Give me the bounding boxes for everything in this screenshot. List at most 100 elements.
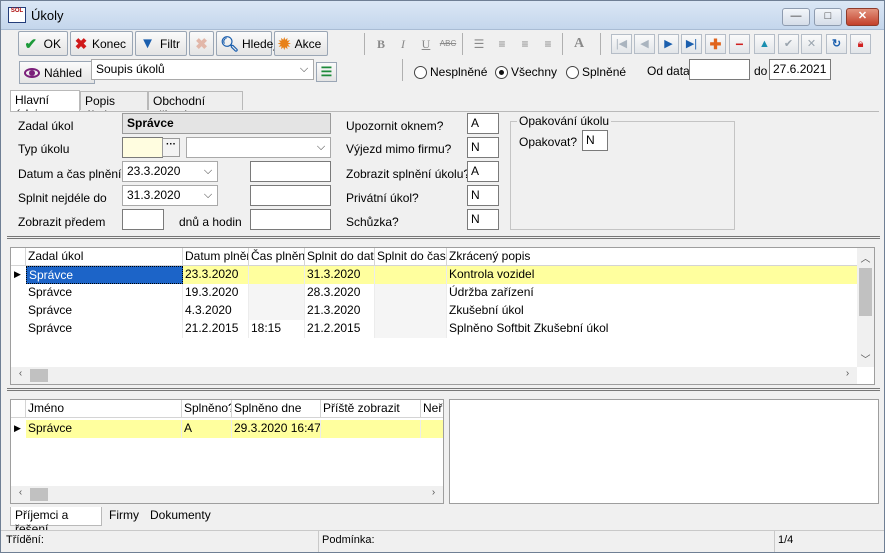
radio-indicator[interactable]	[495, 65, 508, 79]
scroll-up-icon[interactable]: ︿	[858, 250, 873, 265]
align-left-icon[interactable]: ≡	[493, 35, 511, 53]
lock-icon[interactable]: 🔒︎	[850, 34, 871, 54]
table-cell[interactable]: Správce	[26, 320, 183, 338]
bullet-list-icon[interactable]: ☰	[470, 35, 488, 53]
add-record-icon[interactable]: ✚	[705, 34, 726, 54]
tab-firmy[interactable]: Firmy	[105, 507, 143, 526]
table-cell[interactable]: 21.2.2015	[305, 320, 375, 338]
column-header[interactable]: Splnit do času	[375, 248, 447, 266]
table-cell[interactable]: 23.3.2020	[183, 266, 249, 284]
table-cell[interactable]: 19.3.2020	[183, 284, 249, 302]
edit-up-icon[interactable]: ▲	[754, 34, 775, 54]
table-cell[interactable]: 18:15	[249, 320, 305, 338]
tab-dokumenty[interactable]: Dokumenty	[146, 507, 216, 526]
table-cell[interactable]	[375, 266, 447, 284]
maximize-button[interactable]: □	[814, 8, 842, 26]
filtr-button[interactable]: ▼ Filtr	[135, 31, 187, 56]
first-record-icon[interactable]: |◀	[611, 34, 632, 54]
table-cell[interactable]	[375, 320, 447, 338]
delete-record-icon[interactable]: −	[729, 34, 750, 54]
table-row[interactable]: Správce 4.3.2020 21.3.2020 Zkušební úkol	[26, 302, 859, 320]
confirm-edit-icon[interactable]: ✔	[778, 34, 799, 54]
close-button[interactable]: ✕	[846, 8, 879, 26]
clear-filter-button[interactable]: ✖	[189, 31, 214, 56]
akce-button[interactable]: ✹ Akce	[274, 31, 328, 56]
zobrazit-predem-input[interactable]	[122, 209, 164, 230]
hledej-button[interactable]: 🔍︎ Hledej	[216, 31, 276, 56]
align-center-icon[interactable]: ≡	[539, 35, 557, 53]
table-cell[interactable]	[249, 266, 305, 284]
tab-popis-ukolu[interactable]: Popis úkolu	[80, 91, 148, 122]
column-header[interactable]: Splněno?	[182, 400, 232, 418]
zobrazit-splneni-input[interactable]: A	[467, 161, 499, 182]
column-header[interactable]: Příště zobrazit	[321, 400, 421, 418]
italic-icon[interactable]: I	[394, 35, 412, 53]
scroll-right-icon[interactable]: ›	[426, 487, 441, 498]
refresh-icon[interactable]: ↻	[826, 34, 847, 54]
tab-obchodni-pripad[interactable]: Obchodní případ	[148, 91, 243, 122]
underline-icon[interactable]: U	[417, 35, 435, 53]
column-header[interactable]: Splněno dne	[232, 400, 321, 418]
konec-button[interactable]: ✖ Konec	[70, 31, 133, 56]
column-header[interactable]: Neř	[421, 400, 443, 418]
table-cell[interactable]	[421, 420, 443, 438]
do-data-input[interactable]: 27.6.2021	[769, 59, 831, 80]
table-row[interactable]: ▶ Správce 23.3.2020 31.3.2020 Kontrola v…	[14, 266, 859, 284]
view-select[interactable]: Soupis úkolů ⌵	[91, 59, 314, 80]
grid-splitter[interactable]	[7, 388, 880, 391]
table-cell[interactable]: 28.3.2020	[305, 284, 375, 302]
table-cell[interactable]: 21.3.2020	[305, 302, 375, 320]
font-icon[interactable]: A	[570, 35, 588, 53]
scroll-thumb[interactable]	[30, 488, 48, 501]
typ-select[interactable]: ⌵	[186, 137, 331, 158]
table-cell[interactable]	[375, 302, 447, 320]
od-data-input[interactable]	[689, 59, 750, 80]
last-record-icon[interactable]: ▶|	[681, 34, 702, 54]
table-cell[interactable]: Zkušební úkol	[447, 302, 859, 320]
align-right-icon[interactable]: ≡	[516, 35, 534, 53]
table-cell[interactable]: Kontrola vozidel	[447, 266, 859, 284]
vyjezd-input[interactable]: N	[467, 137, 499, 158]
scroll-left-icon[interactable]: ‹	[13, 487, 28, 498]
table-cell[interactable]: Splněno Softbit Zkušební úkol	[447, 320, 859, 338]
radio-indicator[interactable]	[566, 65, 579, 79]
scroll-down-icon[interactable]: ﹀	[858, 351, 873, 366]
table-cell[interactable]	[321, 420, 421, 438]
browse-dots-button[interactable]: ···	[162, 138, 180, 157]
radio-vsechny[interactable]: Všechny	[495, 65, 557, 79]
splnit-picker[interactable]: 31.3.2020 ⌵	[122, 185, 218, 206]
upozornit-input[interactable]: A	[467, 113, 499, 134]
radio-nesplnene[interactable]: Nesplněné	[414, 65, 487, 79]
datum-time-input[interactable]	[250, 161, 331, 182]
minimize-button[interactable]: —	[782, 8, 810, 26]
table-row[interactable]: Správce 19.3.2020 28.3.2020 Údržba zaříz…	[26, 284, 859, 302]
scroll-left-icon[interactable]: ‹	[13, 368, 28, 379]
previous-record-icon[interactable]: ◀	[634, 34, 655, 54]
tab-hlavni-udaje[interactable]: Hlavní údaje	[10, 90, 80, 121]
vertical-scrollbar[interactable]: ︿ ﹀	[857, 248, 874, 367]
column-header[interactable]: Čas plnění	[249, 248, 305, 266]
splnit-time-input[interactable]	[250, 185, 331, 206]
table-row[interactable]: Správce 21.2.2015 18:15 21.2.2015 Splněn…	[26, 320, 859, 338]
table-cell[interactable]: A	[182, 420, 232, 438]
table-cell[interactable]: 31.3.2020	[305, 266, 375, 284]
radio-splnene[interactable]: Splněné	[566, 65, 626, 79]
table-cell[interactable]	[249, 302, 305, 320]
privatni-input[interactable]: N	[467, 185, 499, 206]
scroll-thumb[interactable]	[30, 369, 48, 382]
strikethrough-icon[interactable]: ABC	[439, 35, 457, 53]
column-header[interactable]: Zadal úkol	[26, 248, 183, 266]
column-header[interactable]: Jméno	[26, 400, 182, 418]
panel-splitter[interactable]	[7, 236, 880, 239]
column-header[interactable]: Datum plnění	[183, 248, 249, 266]
typ-code-field[interactable]	[122, 137, 163, 158]
column-header[interactable]: Splnit do data	[305, 248, 375, 266]
schuzka-input[interactable]: N	[467, 209, 499, 230]
table-cell[interactable]: 21.2.2015	[183, 320, 249, 338]
column-header[interactable]: Zkrácený popis	[447, 248, 859, 266]
scroll-thumb[interactable]	[859, 268, 872, 316]
radio-indicator[interactable]	[414, 65, 427, 79]
tab-prijemci[interactable]: Příjemci a řešení	[10, 507, 102, 536]
table-cell[interactable]	[249, 284, 305, 302]
table-cell[interactable]	[375, 284, 447, 302]
